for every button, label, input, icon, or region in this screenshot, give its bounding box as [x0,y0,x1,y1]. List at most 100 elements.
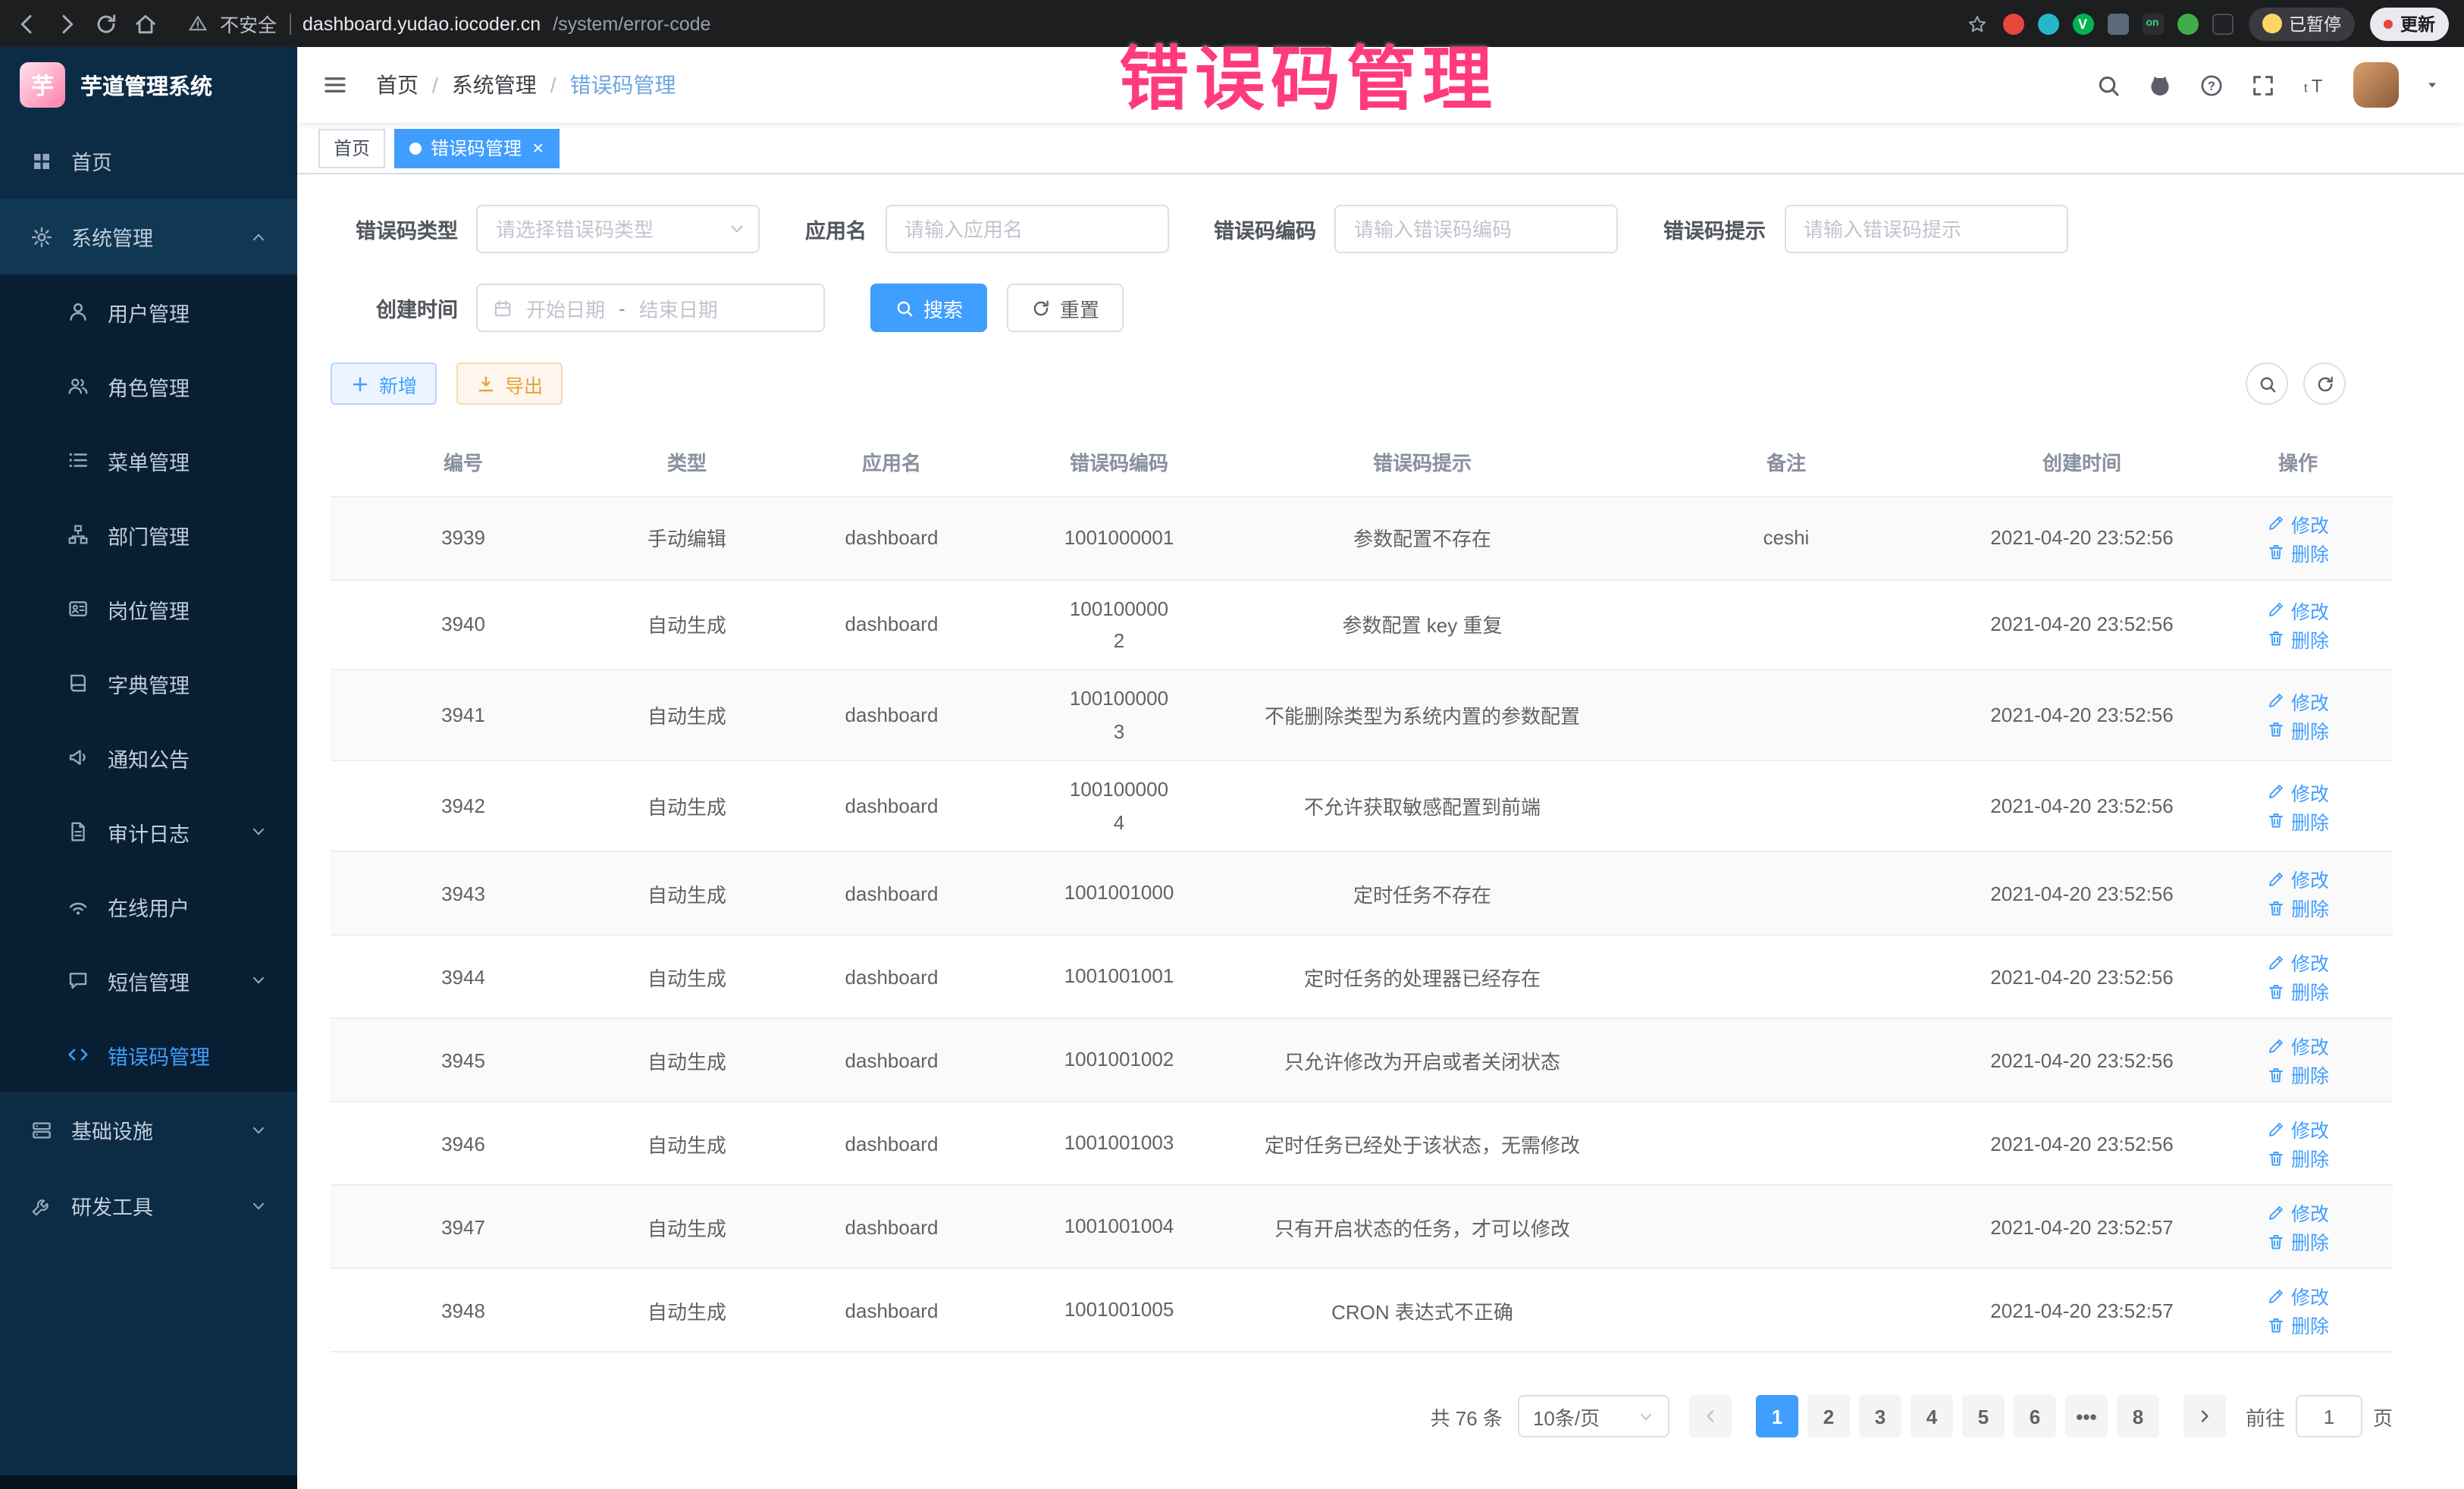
delete-link[interactable]: 删除 [2267,893,2329,922]
avatar[interactable] [2353,62,2399,108]
search-icon[interactable] [2096,72,2121,98]
sidebar-item-notice[interactable]: 通知公告 [0,720,297,795]
edit-link[interactable]: 修改 [2267,1281,2329,1310]
delete-link[interactable]: 删除 [2267,1060,2329,1089]
trash-icon [2267,898,2285,917]
page-button[interactable]: ••• [2065,1395,2108,1437]
edit-link[interactable]: 修改 [2267,596,2329,625]
font-size-icon[interactable] [2302,72,2328,98]
edit-link[interactable]: 修改 [2267,1031,2329,1060]
page-button[interactable]: 6 [2014,1395,2056,1437]
sidebar-item-audit-log[interactable]: 审计日志 [0,795,297,869]
edit-link[interactable]: 修改 [2267,1114,2329,1143]
sidebar-item-role-management[interactable]: 角色管理 [0,349,297,423]
chevron-down-icon [250,1197,267,1214]
page-button[interactable]: 3 [1859,1395,1901,1437]
add-button[interactable]: 新增 [331,362,437,405]
refresh-table-button[interactable] [2303,362,2346,405]
cell-actions: 修改 删除 [2203,1018,2393,1102]
puzzle-extension-icon[interactable] [2212,13,2233,34]
github-icon[interactable] [2147,72,2173,98]
app-title: 芋道管理系统 [80,69,212,101]
browser-back-icon[interactable] [15,11,39,36]
edit-link[interactable]: 修改 [2267,864,2329,893]
page-button[interactable]: 8 [2117,1395,2159,1437]
breadcrumb-system[interactable]: 系统管理 [452,70,537,100]
column-create-time: 创建时间 [1961,429,2203,496]
caret-down-icon[interactable] [2425,77,2440,92]
close-tab-icon[interactable]: × [532,138,544,158]
page-button[interactable]: 5 [1962,1395,2005,1437]
goto-page-input[interactable] [2296,1395,2362,1437]
sidebar-item-home[interactable]: 首页 [0,123,297,199]
search-button[interactable]: 搜索 [870,284,987,332]
export-button[interactable]: 导出 [456,362,563,405]
breadcrumb-home[interactable]: 首页 [376,70,419,100]
edit-link[interactable]: 修改 [2267,948,2329,976]
sidebar-item-user-management[interactable]: 用户管理 [0,274,297,349]
reset-button[interactable]: 重置 [1007,284,1124,332]
browser-home-icon[interactable] [133,11,158,36]
prev-page-button[interactable] [1689,1395,1732,1437]
browser-reload-icon[interactable] [94,11,118,36]
edit-link[interactable]: 修改 [2267,687,2329,716]
trash-icon [2267,1232,2285,1250]
tab-home[interactable]: 首页 [318,128,385,168]
bookmark-star-icon[interactable] [1966,13,1987,34]
page-size-select[interactable]: 10条/页 [1518,1395,1669,1437]
extension-icon[interactable] [2177,13,2198,34]
edit-link[interactable]: 修改 [2267,1198,2329,1227]
show-search-toggle-button[interactable] [2246,362,2288,405]
browser-forward-icon[interactable] [55,11,79,36]
address-bar[interactable]: 不安全 dashboard.yudao.iocoder.cn/system/er… [188,9,1987,38]
sidebar-item-infrastructure[interactable]: 基础设施 [0,1092,297,1168]
sidebar-collapse-bar[interactable] [0,1475,297,1489]
sidebar-item-sms-management[interactable]: 短信管理 [0,943,297,1017]
date-range-picker[interactable]: 开始日期 - 结束日期 [476,284,825,332]
help-icon[interactable] [2199,72,2224,98]
cell-app: dashboard [778,1185,1005,1268]
delete-link[interactable]: 删除 [2267,1310,2329,1339]
chevron-down-icon [250,823,267,840]
page-button[interactable]: 2 [1807,1395,1850,1437]
app-name-input[interactable] [885,205,1168,253]
page-button[interactable]: 1 [1756,1395,1798,1437]
extension-icon[interactable]: V [2072,13,2093,34]
browser-update-button[interactable]: 更新 [2370,7,2449,40]
sidebar-item-system-management[interactable]: 系统管理 [0,199,297,274]
error-code-input[interactable] [1334,205,1618,253]
error-hint-input[interactable] [1784,205,2067,253]
sidebar-item-online-users[interactable]: 在线用户 [0,869,297,943]
sidebar-item-menu-management[interactable]: 菜单管理 [0,423,297,497]
delete-link[interactable]: 删除 [2267,1227,2329,1255]
next-page-button[interactable] [2183,1395,2226,1437]
sidebar-item-department-management[interactable]: 部门管理 [0,497,297,572]
fullscreen-icon[interactable] [2250,72,2276,98]
extension-icon[interactable]: on [2142,13,2163,34]
range-separator: - [619,296,625,319]
error-code-type-select[interactable] [476,205,760,253]
extension-icon[interactable] [2002,13,2024,34]
delete-link[interactable]: 删除 [2267,976,2329,1005]
column-actions: 操作 [2203,429,2393,496]
sidebar-item-error-code-management[interactable]: 错误码管理 [0,1017,297,1092]
chevron-down-icon [250,1121,267,1138]
delete-link[interactable]: 删除 [2267,538,2329,566]
hamburger-icon[interactable] [321,71,349,99]
extension-icon[interactable] [2107,13,2128,34]
tab-error-code-management[interactable]: 错误码管理 × [394,128,559,168]
extension-icon[interactable] [2037,13,2058,34]
sidebar-item-dict-management[interactable]: 字典管理 [0,646,297,720]
cell-create-time: 2021-04-20 23:52:56 [1961,579,2203,670]
page-button[interactable]: 4 [1911,1395,1953,1437]
sidebar-item-post-management[interactable]: 岗位管理 [0,572,297,646]
delete-link[interactable]: 删除 [2267,806,2329,835]
edit-link[interactable]: 修改 [2267,777,2329,806]
profile-paused-badge[interactable]: 已暂停 [2248,7,2355,40]
sidebar-item-dev-tools[interactable]: 研发工具 [0,1168,297,1243]
delete-link[interactable]: 删除 [2267,1143,2329,1172]
edit-link[interactable]: 修改 [2267,509,2329,538]
delete-link[interactable]: 删除 [2267,716,2329,744]
delete-link[interactable]: 删除 [2267,625,2329,654]
column-message: 错误码提示 [1233,429,1612,496]
